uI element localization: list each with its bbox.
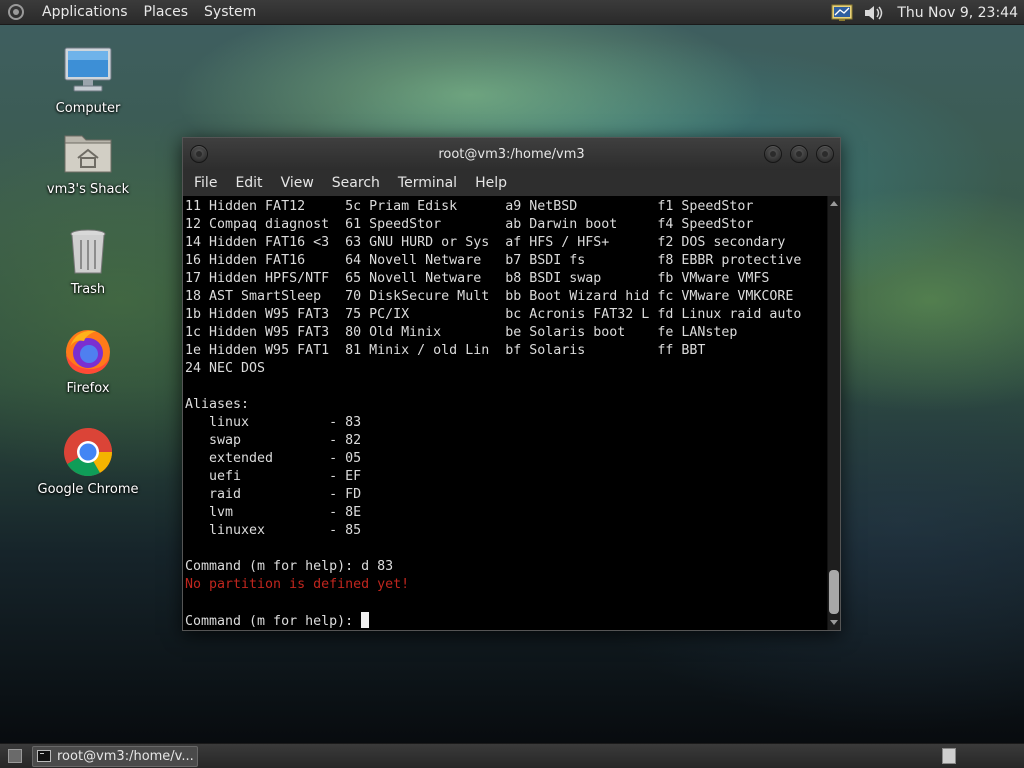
window-menu-button[interactable] [190,145,208,163]
menu-search[interactable]: Search [325,175,387,191]
firefox-icon [62,325,114,377]
trash-icon [62,226,114,278]
terminal-scrollbar[interactable] [827,196,840,630]
bottom-panel: root@vm3:/home/v... [0,743,1024,768]
terminal-line: 11 Hidden FAT12 5c Priam Edisk a9 NetBSD… [185,199,754,214]
terminal-line: 12 Compaq diagnost 61 SpeedStor ab Darwi… [185,217,754,232]
terminal-prompt: Command (m for help): [185,614,362,629]
window-title: root@vm3:/home/vm3 [438,146,585,162]
scroll-up-arrow-icon[interactable] [830,201,838,206]
terminal-line: raid - FD [185,487,362,502]
terminal-line: 17 Hidden HPFS/NTF 65 Novell Netware b8 … [185,271,770,286]
computer-icon [62,45,114,97]
terminal-line: swap - 82 [185,433,362,448]
terminal-menubar: File Edit View Search Terminal Help [183,170,840,196]
terminal-prompt-line[interactable]: Command (m for help): [185,612,826,631]
terminal-output[interactable]: 11 Hidden FAT12 5c Priam Edisk a9 NetBSD… [183,196,840,630]
taskbar-item-terminal[interactable]: root@vm3:/home/v... [32,745,198,767]
menu-system[interactable]: System [196,4,264,20]
minimize-button[interactable] [764,145,782,163]
terminal-window[interactable]: root@vm3:/home/vm3 File Edit View Search… [182,137,841,631]
desktop-icon-firefox[interactable]: Firefox [33,325,143,396]
terminal-line: 24 NEC DOS [185,361,266,376]
terminal-error-line: No partition is defined yet! [185,577,410,592]
menu-file[interactable]: File [187,175,224,191]
terminal-line: linuxex - 85 [185,523,362,538]
terminal-line: uefi - EF [185,469,362,484]
desktop-icon-chrome[interactable]: Google Chrome [33,426,143,497]
terminal-text: 11 Hidden FAT12 5c Priam Edisk a9 NetBSD… [185,198,826,631]
clock[interactable]: Thu Nov 9, 23:44 [897,5,1018,21]
terminal-titlebar[interactable]: root@vm3:/home/vm3 [183,138,840,170]
taskbar-item-label: root@vm3:/home/v... [57,748,194,764]
desktop-icon-label: Google Chrome [37,482,139,497]
terminal-line: 16 Hidden FAT16 64 Novell Netware b7 BSD… [185,253,802,268]
desktop-icon-label: Firefox [66,381,110,396]
volume-icon[interactable] [863,4,885,22]
home-folder-icon [62,126,114,178]
terminal-line: 18 AST SmartSleep 70 DiskSecure Mult bb … [185,289,794,304]
close-button[interactable] [816,145,834,163]
desktop-icon-computer[interactable]: Computer [33,45,143,116]
menu-applications[interactable]: Applications [34,4,136,20]
terminal-line: 1c Hidden W95 FAT3 80 Old Minix be Solar… [185,325,738,340]
terminal-line: linux - 83 [185,415,362,430]
maximize-button[interactable] [790,145,808,163]
top-panel: Applications Places System Thu Nov 9, 23… [0,0,1024,25]
system-tray: Thu Nov 9, 23:44 [831,0,1018,25]
menu-edit[interactable]: Edit [228,175,269,191]
desktop-icon-label: Trash [70,282,106,297]
distro-logo-icon[interactable] [8,4,24,20]
text-cursor [361,612,370,628]
terminal-line: 1e Hidden W95 FAT1 81 Minix / old Lin bf… [185,343,706,358]
menu-view[interactable]: View [274,175,321,191]
scroll-thumb[interactable] [829,570,839,614]
scroll-down-arrow-icon[interactable] [830,620,838,625]
terminal-line: 14 Hidden FAT16 <3 63 GNU HURD or Sys af… [185,235,786,250]
desktop-icon-trash[interactable]: Trash [33,226,143,297]
terminal-line: extended - 05 [185,451,362,466]
terminal-line: Aliases: [185,397,250,412]
workspace-switcher[interactable] [942,748,956,764]
terminal-icon [37,750,51,762]
terminal-line: Command (m for help): d 83 [185,559,394,574]
terminal-line: lvm - 8E [185,505,362,520]
desktop-icon-label: Computer [55,101,121,116]
show-desktop-icon[interactable] [8,749,22,763]
desktop-icon-label: vm3's Shack [46,182,130,197]
menu-terminal[interactable]: Terminal [391,175,464,191]
display-settings-icon[interactable] [831,4,853,22]
menu-places[interactable]: Places [136,4,197,20]
chrome-icon [62,426,114,478]
terminal-line: 1b Hidden W95 FAT3 75 PC/IX bc Acronis F… [185,307,802,322]
menu-help[interactable]: Help [468,175,514,191]
desktop-icon-home[interactable]: vm3's Shack [33,126,143,197]
